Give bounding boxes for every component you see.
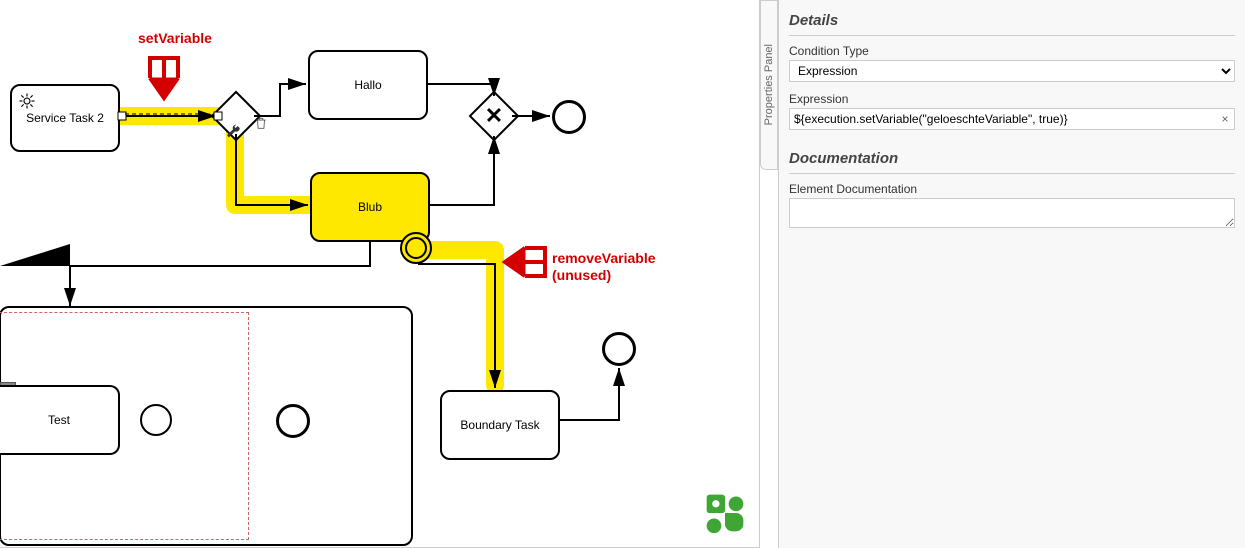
label-condition-type: Condition Type (789, 44, 1235, 58)
section-heading-details: Details (789, 8, 1235, 36)
task-label: Boundary Task (460, 418, 539, 432)
boundary-event-blub[interactable] (400, 232, 432, 264)
properties-panel-tab[interactable]: Properties Panel (760, 0, 778, 170)
task-test[interactable]: Test (0, 385, 120, 455)
bpmn-canvas[interactable]: Service Task 2 Hallo ✕ Blub (0, 0, 760, 548)
textarea-element-documentation[interactable] (789, 198, 1235, 228)
clear-expression-icon[interactable]: × (1216, 112, 1234, 126)
task-label: Test (48, 413, 70, 427)
camunda-logo-icon (703, 491, 747, 535)
wrench-icon[interactable] (225, 124, 241, 140)
input-expression[interactable] (790, 109, 1216, 129)
section-heading-documentation: Documentation (789, 146, 1235, 174)
x-icon: ✕ (476, 98, 512, 134)
label-element-documentation: Element Documentation (789, 182, 1235, 196)
end-event-subprocess[interactable] (276, 404, 310, 438)
label-expression: Expression (789, 92, 1235, 106)
intermediate-event-test[interactable] (140, 404, 172, 436)
select-condition-type[interactable]: Expression (789, 60, 1235, 82)
task-hallo[interactable]: Hallo (308, 50, 428, 120)
annotation-remove-variable: removeVariable (unused) (552, 250, 656, 284)
task-label: Blub (358, 200, 382, 214)
task-label: Hallo (354, 78, 381, 92)
task-service-task-2[interactable]: Service Task 2 (10, 84, 120, 152)
end-event-boundary[interactable] (602, 332, 636, 366)
properties-panel: Details Condition Type Expression Expres… (778, 0, 1245, 548)
task-label: Service Task 2 (26, 111, 104, 125)
task-boundary-task[interactable]: Boundary Task (440, 390, 560, 460)
end-event-1[interactable] (552, 100, 586, 134)
trash-icon[interactable] (254, 115, 268, 131)
annotation-set-variable: setVariable (138, 30, 212, 46)
gateway-merge-xor[interactable]: ✕ (476, 98, 512, 134)
gear-icon (18, 92, 36, 110)
